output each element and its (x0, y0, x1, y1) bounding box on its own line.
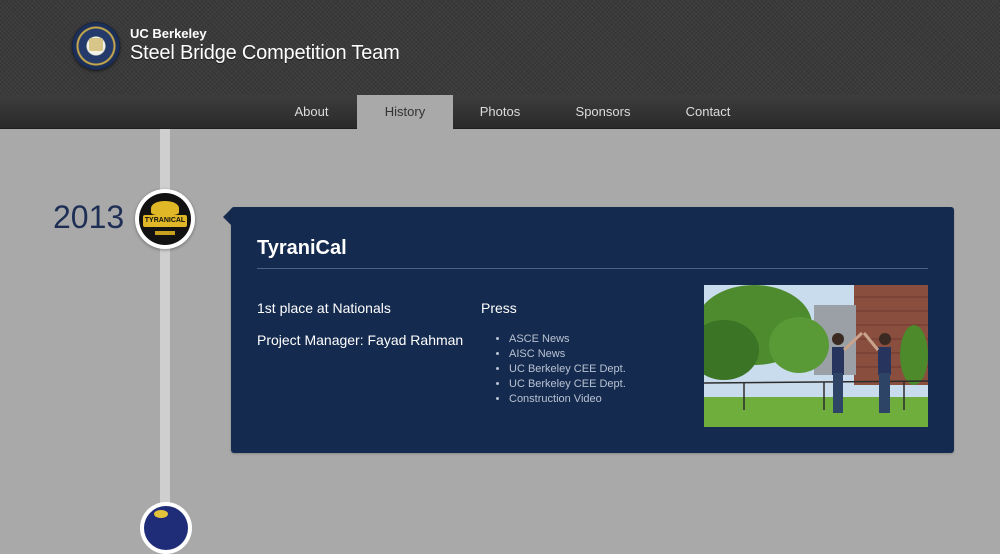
nav-item-about[interactable]: About (266, 95, 357, 129)
badge-logo-text: TYRANICAL (143, 215, 187, 227)
press-link-cee-dept-2[interactable]: UC Berkeley CEE Dept. (509, 377, 626, 392)
timeline-line (160, 129, 170, 514)
team-badge-icon[interactable]: TYRANICAL (135, 189, 195, 249)
uc-berkeley-seal-icon[interactable] (72, 22, 120, 70)
nav-item-contact[interactable]: Contact (659, 95, 757, 129)
press-link-cee-dept-1[interactable]: UC Berkeley CEE Dept. (509, 362, 626, 377)
timeline-year: 2013 (53, 199, 125, 235)
nav-item-sponsors[interactable]: Sponsors (547, 95, 659, 129)
nav-item-photos[interactable]: Photos (453, 95, 547, 129)
dinosaur-icon (151, 201, 179, 215)
team-members-photo-icon (704, 285, 928, 427)
team-photo[interactable] (704, 285, 928, 427)
card-detail-manager: Project Manager: Fayad Rahman (257, 332, 464, 348)
card-divider (257, 268, 928, 269)
nav-item-history[interactable]: History (357, 95, 453, 130)
badge-ribbon (155, 231, 175, 235)
press-list: ASCE News AISC News UC Berkeley CEE Dept… (509, 332, 626, 407)
press-link-asce-news[interactable]: ASCE News (509, 332, 626, 347)
site-title[interactable]: Steel Bridge Competition Team (130, 42, 400, 65)
press-link-construction-video[interactable]: Construction Video (509, 392, 626, 407)
timeline-card: TyraniCal 1st place at Nationals Project… (231, 207, 954, 453)
main-nav: About History Photos Sponsors Contact (0, 95, 1000, 130)
press-heading: Press (481, 300, 517, 316)
press-link-aisc-news[interactable]: AISC News (509, 347, 626, 362)
card-detail-award: 1st place at Nationals (257, 300, 391, 316)
site-header: UC Berkeley Steel Bridge Competition Tea… (0, 0, 1000, 95)
card-title: TyraniCal (257, 237, 347, 259)
next-team-badge-icon[interactable] (140, 502, 192, 554)
next-badge-logo-icon (144, 506, 188, 550)
tyranical-logo-icon: TYRANICAL (139, 193, 191, 245)
seal-book-icon (89, 38, 103, 51)
site-subtitle: UC Berkeley (130, 26, 207, 41)
